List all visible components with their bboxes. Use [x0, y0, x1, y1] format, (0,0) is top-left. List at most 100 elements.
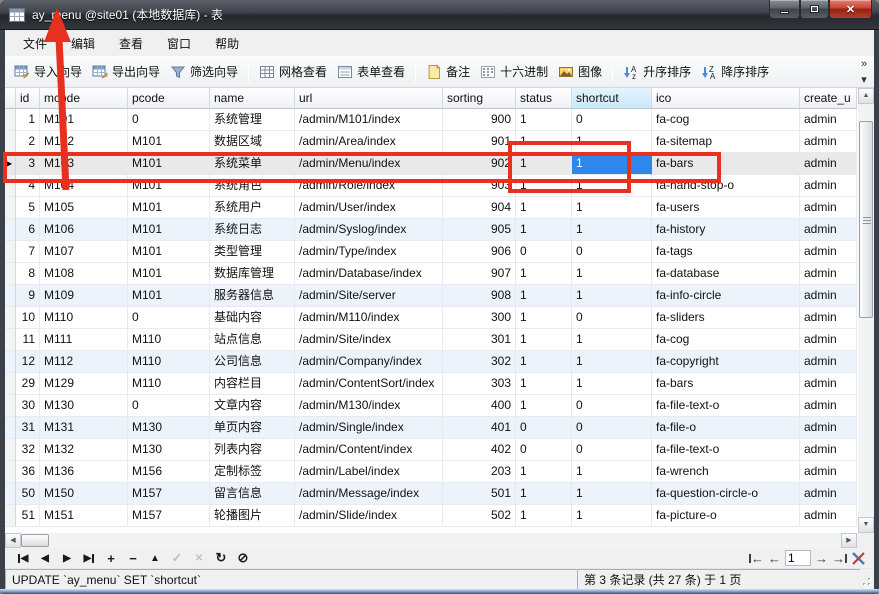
grid-view-button[interactable]: 网格查看 [254, 60, 332, 83]
cell-pcode[interactable]: M101 [128, 219, 210, 241]
cell-name[interactable]: 内容栏目 [210, 373, 295, 395]
cell-name[interactable]: 系统管理 [210, 109, 295, 131]
cell-id[interactable]: 6 [16, 219, 40, 241]
row-selector[interactable] [5, 109, 16, 131]
cell-url[interactable]: /admin/M110/index [295, 307, 443, 329]
cell-mcode[interactable]: M132 [40, 439, 128, 461]
cell-pcode[interactable]: 0 [128, 307, 210, 329]
cell-create[interactable]: admin [800, 483, 857, 505]
cell-mcode[interactable]: M108 [40, 263, 128, 285]
cell-name[interactable]: 数据库管理 [210, 263, 295, 285]
cell-name[interactable]: 服务器信息 [210, 285, 295, 307]
stop-button[interactable]: ⊘ [232, 550, 254, 566]
cell-sorting[interactable]: 302 [443, 351, 516, 373]
cell-shortcut[interactable]: 0 [572, 439, 652, 461]
vertical-scrollbar[interactable]: ▲ ▼ [858, 88, 874, 533]
cell-sorting[interactable]: 303 [443, 373, 516, 395]
refresh-button[interactable]: ↻ [210, 550, 232, 566]
cell-id[interactable]: 31 [16, 417, 40, 439]
cell-ico[interactable]: fa-copyright [652, 351, 800, 373]
column-header-mcode[interactable]: mcode [40, 88, 128, 109]
hex-button[interactable]: 十六进制 [475, 60, 553, 83]
cell-mcode[interactable]: M129 [40, 373, 128, 395]
row-selector[interactable] [5, 505, 16, 527]
cell-pcode[interactable]: M101 [128, 153, 210, 175]
cell-sorting[interactable]: 905 [443, 219, 516, 241]
cell-id[interactable]: 32 [16, 439, 40, 461]
cell-id[interactable]: 9 [16, 285, 40, 307]
cell-create[interactable]: admin [800, 197, 857, 219]
export-wizard-button[interactable]: 导出向导 [87, 60, 165, 83]
cell-mcode[interactable]: M103 [40, 153, 128, 175]
cell-ico[interactable]: fa-bars [652, 153, 800, 175]
cell-pcode[interactable]: 0 [128, 109, 210, 131]
cell-status[interactable]: 1 [516, 175, 572, 197]
cell-status[interactable]: 1 [516, 505, 572, 527]
cell-create[interactable]: admin [800, 285, 857, 307]
cell-pcode[interactable]: M156 [128, 461, 210, 483]
cell-url[interactable]: /admin/M101/index [295, 109, 443, 131]
cell-pcode[interactable]: M110 [128, 329, 210, 351]
cell-name[interactable]: 系统用户 [210, 197, 295, 219]
cell-mcode[interactable]: M102 [40, 131, 128, 153]
cell-status[interactable]: 0 [516, 439, 572, 461]
cell-url[interactable]: /admin/Single/index [295, 417, 443, 439]
cell-create[interactable]: admin [800, 109, 857, 131]
cell-name[interactable]: 系统日志 [210, 219, 295, 241]
next-record-button[interactable]: ▶ [56, 550, 78, 566]
cell-sorting[interactable]: 906 [443, 241, 516, 263]
row-selector[interactable] [5, 439, 16, 461]
cell-url[interactable]: /admin/Message/index [295, 483, 443, 505]
last-record-button[interactable]: ▶ [78, 550, 100, 566]
cell-status[interactable]: 1 [516, 483, 572, 505]
cell-shortcut[interactable]: 0 [572, 241, 652, 263]
cell-name[interactable]: 单页内容 [210, 417, 295, 439]
cell-mcode[interactable]: M131 [40, 417, 128, 439]
cell-mcode[interactable]: M112 [40, 351, 128, 373]
insert-record-button[interactable]: + [100, 550, 122, 566]
close-button[interactable]: ✕ [829, 0, 872, 19]
cell-pcode[interactable]: M130 [128, 439, 210, 461]
cell-id[interactable]: 11 [16, 329, 40, 351]
row-selector[interactable] [5, 241, 16, 263]
toolbar-overflow-more-icon[interactable]: » [861, 58, 867, 70]
cell-sorting[interactable]: 902 [443, 153, 516, 175]
cell-shortcut[interactable]: 0 [572, 395, 652, 417]
cell-name[interactable]: 公司信息 [210, 351, 295, 373]
cell-shortcut[interactable]: 0 [572, 417, 652, 439]
first-record-button[interactable]: ◀ [12, 550, 34, 566]
row-selector[interactable] [5, 131, 16, 153]
cell-status[interactable]: 1 [516, 219, 572, 241]
cell-id[interactable]: 3 [16, 153, 40, 175]
horizontal-scrollbar[interactable]: ◀ ▶ [5, 533, 874, 548]
column-header-id[interactable]: id [16, 88, 40, 109]
cell-shortcut[interactable]: 1 [572, 461, 652, 483]
cell-create[interactable]: admin [800, 241, 857, 263]
cell-mcode[interactable]: M151 [40, 505, 128, 527]
minimize-button[interactable] [769, 0, 800, 19]
cell-mcode[interactable]: M110 [40, 307, 128, 329]
cell-url[interactable]: /admin/Area/index [295, 131, 443, 153]
cell-create[interactable]: admin [800, 395, 857, 417]
cell-create[interactable]: admin [800, 461, 857, 483]
cell-name[interactable]: 系统角色 [210, 175, 295, 197]
cell-status[interactable]: 1 [516, 307, 572, 329]
cell-ico[interactable]: fa-wrench [652, 461, 800, 483]
cell-ico[interactable]: fa-sliders [652, 307, 800, 329]
cell-mcode[interactable]: M130 [40, 395, 128, 417]
cell-ico[interactable]: fa-cog [652, 329, 800, 351]
cell-ico[interactable]: fa-sitemap [652, 131, 800, 153]
cell-id[interactable]: 5 [16, 197, 40, 219]
cell-id[interactable]: 30 [16, 395, 40, 417]
previous-page-button[interactable]: ← [768, 551, 781, 566]
scroll-left-icon[interactable]: ◀ [5, 533, 21, 548]
row-selector[interactable] [5, 351, 16, 373]
filter-wizard-button[interactable]: 筛选向导 [165, 60, 243, 83]
sort-asc-button[interactable]: Az升序排序 [618, 60, 696, 83]
cell-status[interactable]: 0 [516, 241, 572, 263]
cell-mcode[interactable]: M101 [40, 109, 128, 131]
image-button[interactable]: 图像 [553, 60, 607, 83]
cell-name[interactable]: 系统菜单 [210, 153, 295, 175]
cell-shortcut[interactable]: 1 [572, 131, 652, 153]
cell-ico[interactable]: fa-tags [652, 241, 800, 263]
